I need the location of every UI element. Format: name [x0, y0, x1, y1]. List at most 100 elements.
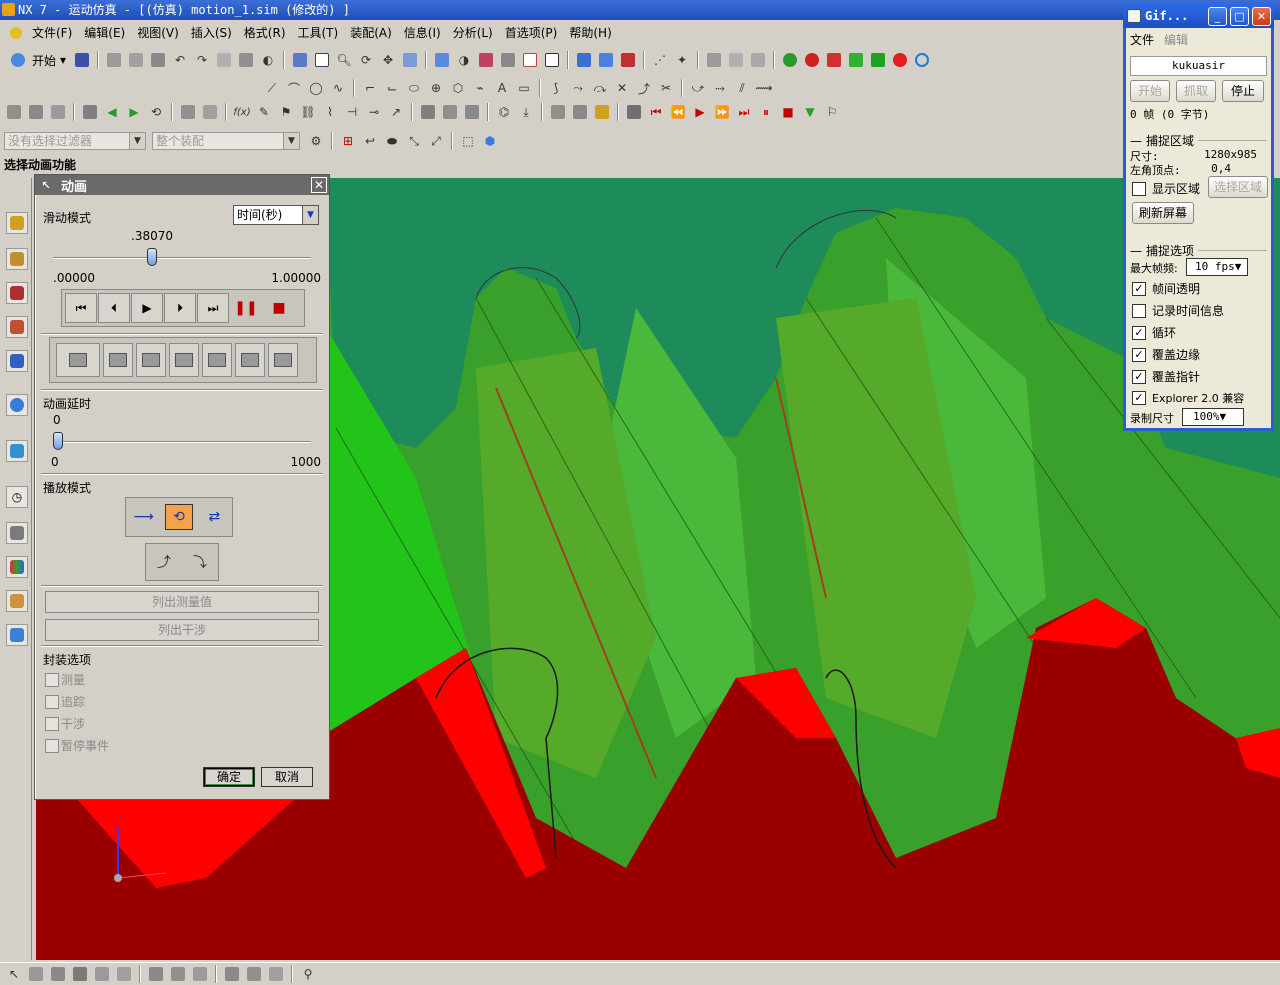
measure-icon[interactable] — [726, 50, 746, 70]
delay-slider-track[interactable] — [53, 441, 311, 443]
intersect-curve-icon[interactable]: ✕ — [612, 78, 632, 98]
motion-marker-icon[interactable] — [890, 50, 910, 70]
constraint-icon[interactable] — [200, 102, 220, 122]
animation-icon[interactable] — [624, 102, 644, 122]
menu-view[interactable]: 视图(V) — [131, 22, 185, 44]
flag-icon[interactable]: ⚑ — [276, 102, 296, 122]
cube-select-icon[interactable]: ⬢ — [480, 131, 500, 151]
interference-tool-button[interactable] — [136, 343, 166, 377]
rectangle-icon[interactable]: ▭ — [514, 78, 534, 98]
repeat-command-icon[interactable] — [236, 50, 256, 70]
minimize-icon[interactable]: _ — [1208, 7, 1227, 26]
point-icon[interactable]: ⊕ — [426, 78, 446, 98]
render-style-icon[interactable]: ◑ — [454, 50, 474, 70]
delay-slider-thumb[interactable] — [53, 432, 63, 450]
trim-curve-icon[interactable]: ✂ — [656, 78, 676, 98]
step-forward-button[interactable]: ⏵ — [164, 293, 196, 323]
orient-wcs-icon[interactable] — [596, 50, 616, 70]
graph-icon[interactable]: ⌬ — [494, 102, 514, 122]
component-select-icon[interactable] — [168, 964, 188, 984]
vcr-loop-icon[interactable]: ▼ — [800, 102, 820, 122]
paste-icon[interactable] — [148, 50, 168, 70]
rotate-icon[interactable]: ⟳ — [356, 50, 376, 70]
last-frame-button[interactable]: ⏭ — [197, 293, 229, 323]
menu-file[interactable]: 文件(F) — [26, 22, 78, 44]
gif-stop-button[interactable]: 停止 — [1222, 80, 1264, 102]
copy-icon[interactable] — [126, 50, 146, 70]
motion-navigator-tab[interactable] — [6, 316, 28, 338]
refresh-screen-button[interactable]: 刷新屏幕 — [1132, 202, 1194, 224]
record-size-select[interactable]: 100%▼ — [1182, 408, 1244, 426]
pan-icon[interactable]: ✥ — [378, 50, 398, 70]
spline-icon[interactable]: ∿ — [328, 78, 348, 98]
pin-icon[interactable]: ↖ — [39, 178, 53, 192]
snap-edge-icon[interactable]: ⤢ — [426, 131, 446, 151]
text-icon[interactable]: A — [492, 78, 512, 98]
bushing-icon[interactable]: ⊸ — [364, 102, 384, 122]
close-icon[interactable]: ✕ — [1252, 7, 1271, 26]
zoom-icon[interactable]: 🔍︎ — [334, 50, 354, 70]
option-cover-border[interactable]: ✓ 覆盖边缘 — [1132, 346, 1200, 363]
pause-event-option[interactable]: 暂停事件 — [45, 737, 109, 754]
image-tab[interactable] — [6, 624, 28, 646]
constraint-navigator-tab[interactable] — [6, 248, 28, 270]
cancel-button[interactable]: 取消 — [261, 767, 313, 787]
divide-curve-icon[interactable]: ⫽ — [732, 78, 752, 98]
stop-button[interactable]: ■ — [263, 293, 295, 323]
perspective-icon[interactable] — [400, 50, 420, 70]
vcr-first-icon[interactable]: ⏮ — [646, 102, 666, 122]
show-hide-icon[interactable]: ◐ — [258, 50, 278, 70]
path-end-button[interactable]: ⤵ — [186, 549, 214, 575]
back-arrow-icon[interactable]: ◀ — [102, 102, 122, 122]
force-icon[interactable]: ↗ — [386, 102, 406, 122]
packaging-icon[interactable] — [548, 102, 568, 122]
node-select-icon[interactable] — [190, 964, 210, 984]
roles-tab[interactable] — [6, 590, 28, 612]
checkbox[interactable] — [1132, 303, 1146, 318]
measure-option[interactable]: 测量 — [45, 671, 85, 688]
vcr-last-icon[interactable]: ⏭ — [734, 102, 754, 122]
loop-button[interactable]: ⟲ — [164, 504, 193, 530]
ping-pong-button[interactable]: ⇄ — [200, 504, 228, 530]
fillet-curve-icon[interactable]: ⌐ — [360, 78, 380, 98]
fit-view-icon[interactable] — [290, 50, 310, 70]
part-navigator-tab[interactable] — [6, 282, 28, 304]
motion-solver-icon[interactable] — [912, 50, 932, 70]
curve-length-icon[interactable]: ⤑ — [710, 78, 730, 98]
face-select-icon[interactable] — [48, 964, 68, 984]
rotate-wcs-icon[interactable] — [618, 50, 638, 70]
face-analysis-icon[interactable] — [498, 50, 518, 70]
gif-menu-edit[interactable]: 编辑 — [1164, 30, 1188, 50]
component-icon[interactable] — [178, 102, 198, 122]
assembly-navigator-tab[interactable] — [6, 212, 28, 234]
block-icon[interactable] — [80, 102, 100, 122]
clock-history-tab[interactable]: ◷ — [6, 486, 28, 508]
section-view-icon[interactable] — [520, 50, 540, 70]
gif-capture-button[interactable]: 抓取 — [1176, 80, 1216, 102]
background-icon[interactable] — [542, 50, 562, 70]
system-materials-tab[interactable] — [6, 522, 28, 544]
helix-icon[interactable]: ⌁ — [470, 78, 490, 98]
forward-arrow-icon[interactable]: ▶ — [124, 102, 144, 122]
vcr-export-icon[interactable]: ⚐ — [822, 102, 842, 122]
first-frame-button[interactable]: ⏮ — [65, 293, 97, 323]
arc-icon[interactable]: ⌒ — [284, 78, 304, 98]
edit-object-icon[interactable] — [748, 50, 768, 70]
menu-information[interactable]: 信息(I) — [398, 22, 447, 44]
marker-select-icon[interactable] — [266, 964, 286, 984]
delete-icon[interactable] — [214, 50, 234, 70]
chamfer-curve-icon[interactable]: ⌙ — [382, 78, 402, 98]
join-curve-icon[interactable]: ⟿ — [754, 78, 774, 98]
checkbox[interactable]: ✓ — [1132, 369, 1146, 384]
quick-pick-icon[interactable] — [26, 964, 46, 984]
slide-mode-select[interactable]: 时间(秒) ▼ — [233, 205, 319, 225]
vcr-next-icon[interactable]: ⏩ — [712, 102, 732, 122]
export-icon[interactable]: ⤓ — [516, 102, 536, 122]
option-explorer-compat[interactable]: ✓ Explorer 2.0 兼容 — [1132, 390, 1244, 406]
gear-menu-icon[interactable] — [6, 23, 26, 43]
path-start-button[interactable]: ⤴ — [150, 549, 178, 575]
zoom-window-icon[interactable] — [312, 50, 332, 70]
web-browser-tab[interactable] — [6, 394, 28, 416]
snap-center-icon[interactable]: ⊞ — [338, 131, 358, 151]
shaded-icon[interactable] — [432, 50, 452, 70]
